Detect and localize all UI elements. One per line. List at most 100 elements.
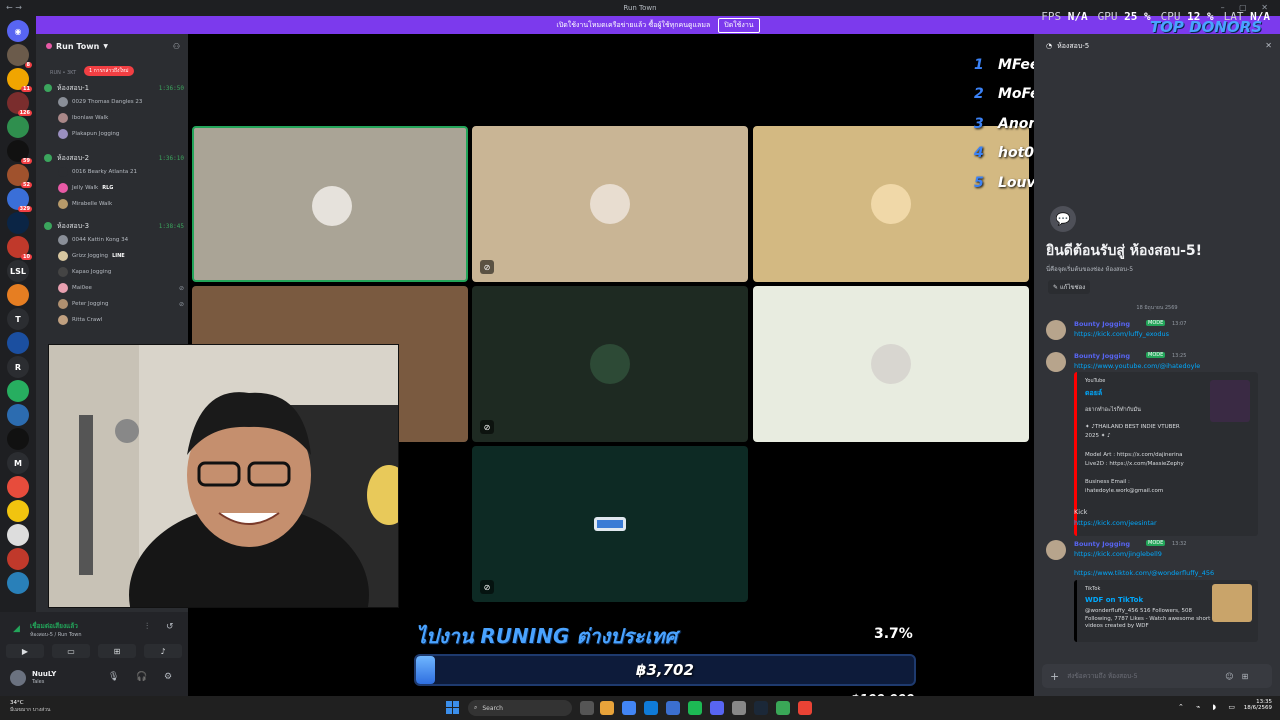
voice-channel-timer: 1:38:45	[158, 222, 184, 230]
participant-tile[interactable]	[192, 126, 468, 282]
voice-status-title[interactable]: เชื่อมต่อเสียงแล้ว	[30, 621, 78, 631]
server-icon[interactable]	[7, 572, 29, 594]
taskbar-clock[interactable]: 13:35 18/6/2569	[1244, 699, 1272, 711]
discord-icon[interactable]	[710, 701, 724, 715]
voice-member[interactable]: Peter Jogging ⊘	[44, 296, 184, 312]
steam-icon[interactable]	[754, 701, 768, 715]
message-link[interactable]: https://www.tiktok.com/@wonderfluffy_456	[1074, 569, 1214, 577]
gear-icon[interactable]: ⚙	[164, 672, 172, 682]
discord-home-icon[interactable]: ◉	[7, 20, 29, 42]
camera-button[interactable]: ▶	[6, 644, 44, 658]
edit-channel-button[interactable]: ✎ แก้ไขช่อง	[1048, 280, 1091, 294]
participant-tile[interactable]	[753, 286, 1029, 442]
server-icon[interactable]: LSL	[7, 260, 29, 282]
voice-member[interactable]: 0044 Kattin Kong 34	[44, 232, 184, 248]
message-author[interactable]: Bounty Jogging	[1074, 320, 1130, 328]
task-view-icon[interactable]	[580, 701, 594, 715]
app-icon[interactable]	[798, 701, 812, 715]
participant-tile[interactable]: ⊘	[472, 126, 748, 282]
emoji-icon[interactable]: ☺	[1225, 672, 1233, 681]
new-mentions-pill[interactable]: 1 การกล่าวถึงใหม่	[84, 66, 134, 76]
server-icon[interactable]: T	[7, 308, 29, 330]
server-icon[interactable]: 8	[7, 44, 32, 68]
voice-member[interactable]: Mai0ee ⊘	[44, 280, 184, 296]
voice-member[interactable]: Mirabelle Walk	[44, 196, 184, 212]
server-icon[interactable]	[7, 524, 29, 546]
server-icon[interactable]	[7, 380, 29, 402]
soundboard-button[interactable]: ♪	[144, 644, 182, 658]
server-icon[interactable]: 52	[7, 164, 32, 188]
close-icon[interactable]: ✕	[1265, 41, 1272, 50]
server-icon[interactable]	[7, 548, 29, 570]
noise-suppression-icon[interactable]: ⫶	[146, 622, 148, 632]
message-link[interactable]: https://kick.com/jinglebell9	[1074, 550, 1162, 558]
disconnect-icon[interactable]: ↺	[166, 622, 174, 632]
server-icon[interactable]	[7, 500, 29, 522]
app-icon[interactable]	[688, 701, 702, 715]
avatar[interactable]	[1046, 352, 1066, 372]
voice-member[interactable]: Plakapun Jogging	[44, 126, 184, 142]
edge-icon[interactable]	[644, 701, 658, 715]
message-link[interactable]: https://kick.com/jeesintar	[1074, 519, 1157, 527]
embed-thumbnail[interactable]	[1210, 380, 1250, 422]
weather-widget[interactable]: 34°C มีเมฆมาก บางส่วน	[10, 700, 50, 714]
message-link[interactable]: https://www.youtube.com/@ihatedoyle	[1074, 362, 1200, 370]
voice-member[interactable]: 0029 Thomas Dangles 23	[44, 94, 184, 110]
message-link[interactable]: https://kick.com/luffy_exodus	[1074, 330, 1169, 338]
voice-member[interactable]: 0016 Bearky Atlanta 21	[44, 164, 184, 180]
screen-share-button[interactable]: ▭	[52, 644, 90, 658]
voice-channel[interactable]: ห้องสอบ-1 1:36:50 0029 Thomas Dangles 23 …	[44, 82, 184, 142]
current-user[interactable]: NuuLY Tales 🎙 🎧 ⚙	[4, 666, 186, 690]
server-icon[interactable]	[7, 116, 29, 138]
headphones-icon[interactable]: 🎧	[136, 672, 147, 682]
server-icon[interactable]	[7, 212, 29, 234]
app-icon[interactable]	[666, 701, 680, 715]
server-icon[interactable]: R	[7, 356, 29, 378]
file-explorer-icon[interactable]	[600, 701, 614, 715]
participant-tile[interactable]: ⊘	[472, 286, 748, 442]
app-icon[interactable]	[732, 701, 746, 715]
role-badge: MODE	[1146, 320, 1166, 326]
voice-member[interactable]: Ritta Crawl	[44, 312, 184, 328]
server-icon[interactable]: 11	[7, 68, 32, 92]
voice-channel[interactable]: ห้องสอบ-3 1:38:45 0044 Kattin Kong 34 Gri…	[44, 220, 184, 328]
chrome-icon[interactable]	[622, 701, 636, 715]
activity-button[interactable]: ⊞	[98, 644, 136, 658]
windows-start-icon[interactable]	[446, 701, 460, 715]
message-author[interactable]: Bounty Jogging	[1074, 352, 1130, 360]
server-icon[interactable]	[7, 476, 29, 498]
voice-channel[interactable]: ห้องสอบ-2 1:36:10 0016 Bearky Atlanta 21 …	[44, 152, 184, 212]
add-user-icon[interactable]: ⚇	[173, 42, 180, 51]
voice-member[interactable]: Ibonlaw Walk	[44, 110, 184, 126]
server-icon[interactable]: M	[7, 452, 29, 474]
taskbar-search[interactable]: ⌕ Search	[468, 700, 572, 716]
avatar[interactable]	[1046, 540, 1066, 560]
banner-dismiss-button[interactable]: ปิดใช้งาน	[718, 17, 760, 33]
back-forward-icon[interactable]: ← →	[6, 3, 22, 12]
plus-icon[interactable]: +	[1050, 670, 1059, 683]
server-icon[interactable]	[7, 404, 29, 426]
server-icon[interactable]	[7, 284, 29, 306]
message-author[interactable]: Bounty Jogging	[1074, 540, 1130, 548]
voice-status-subtitle[interactable]: ห้องสอบ-5 / Run Town	[30, 631, 82, 639]
server-header[interactable]: Run Town ▼ ⚇	[36, 34, 188, 58]
app-icon[interactable]	[776, 701, 790, 715]
server-icon[interactable]	[7, 428, 29, 450]
server-icon[interactable]	[7, 332, 29, 354]
microphone-icon[interactable]: 🎙	[108, 672, 119, 682]
server-icon[interactable]: 59	[7, 140, 32, 164]
participant-tile[interactable]: ⊘	[472, 446, 748, 602]
system-tray[interactable]: ⌃ ⌁ ◗ ▭	[1178, 703, 1240, 711]
avatar[interactable]	[1046, 320, 1066, 340]
voice-member[interactable]: Kapao Jogging	[44, 264, 184, 280]
server-icon[interactable]: 126	[7, 92, 32, 116]
embed-thumbnail[interactable]	[1212, 584, 1252, 622]
apps-icon[interactable]: ⊞	[1242, 672, 1249, 681]
message-input[interactable]	[1067, 672, 1218, 680]
server-icon[interactable]: 329	[7, 188, 32, 212]
voice-member[interactable]: Jelly Walk RLG	[44, 180, 184, 196]
embed-title[interactable]: WDF on TikTok	[1085, 596, 1143, 604]
embed-title[interactable]: ดอยล์	[1085, 388, 1102, 399]
voice-member[interactable]: Grizz Jogging LINE	[44, 248, 184, 264]
server-icon[interactable]: 10	[7, 236, 32, 260]
